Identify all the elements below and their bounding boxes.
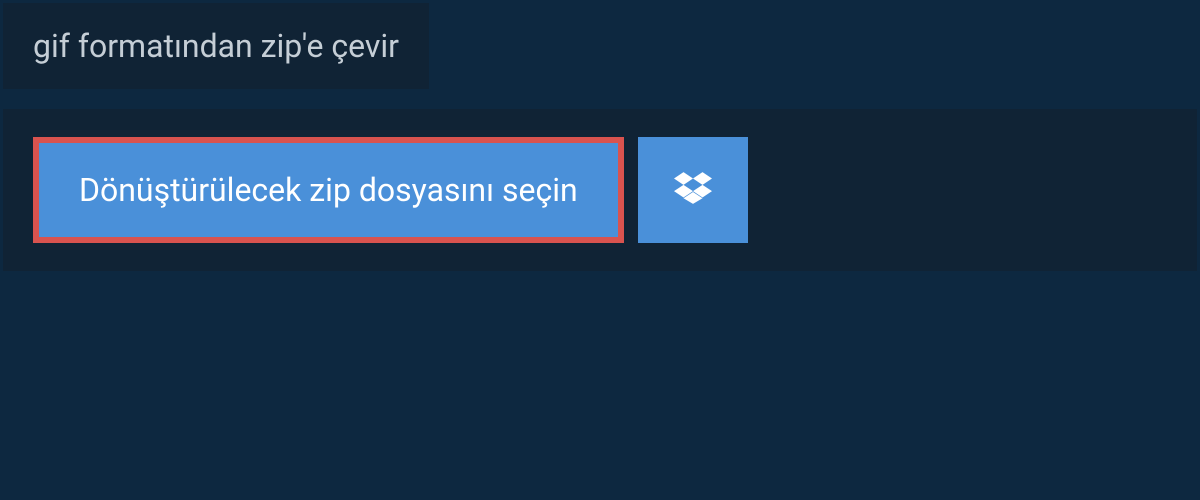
select-file-button[interactable]: Dönüştürülecek zip dosyasını seçin bbox=[33, 137, 624, 243]
content-panel: Dönüştürülecek zip dosyasını seçin bbox=[3, 109, 1197, 271]
select-file-label: Dönüştürülecek zip dosyasını seçin bbox=[79, 171, 578, 209]
button-row: Dönüştürülecek zip dosyasını seçin bbox=[33, 137, 1167, 243]
dropbox-button[interactable] bbox=[638, 137, 748, 243]
dropbox-icon bbox=[674, 169, 712, 211]
page-title: gif formatından zip'e çevir bbox=[33, 27, 399, 65]
header-tab: gif formatından zip'e çevir bbox=[3, 3, 429, 89]
